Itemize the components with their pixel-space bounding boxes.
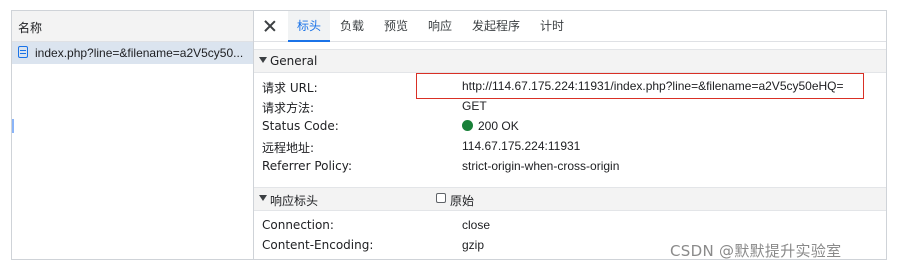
devtools-network-panel: 名称 index.php?line=&filename=a2V5cy50... … [11, 10, 887, 260]
connection-label: Connection: [262, 218, 334, 232]
referrer-policy-label: Referrer Policy: [262, 159, 352, 173]
tab-timing[interactable]: 计时 [540, 11, 564, 41]
name-column-header[interactable]: 名称 [12, 11, 253, 42]
tab-payload[interactable]: 负载 [340, 11, 364, 41]
general-row-request-method: 请求方法: GET [254, 96, 886, 116]
status-code-label: Status Code: [262, 119, 339, 133]
request-details-pane: 标头 负载 预览 响应 发起程序 计时 General 请求 URL: http… [254, 11, 886, 259]
status-code-text: 200 OK [478, 119, 519, 133]
collapse-triangle-icon [259, 57, 267, 63]
raw-checkbox-label: 原始 [450, 194, 475, 208]
remote-address-value[interactable]: 114.67.175.224:11931 [462, 139, 580, 153]
request-list-pane: 名称 index.php?line=&filename=a2V5cy50... [12, 11, 254, 259]
response-headers-title: 响应标头 [270, 194, 319, 208]
details-tabbar: 标头 负载 预览 响应 发起程序 计时 [254, 11, 886, 42]
document-icon [18, 46, 28, 58]
content-encoding-label: Content-Encoding: [262, 238, 374, 252]
collapse-triangle-icon [259, 195, 267, 201]
general-section-header[interactable]: General [254, 49, 886, 73]
general-section-title: General [270, 54, 318, 68]
status-ok-icon [462, 120, 473, 131]
general-row-status-code: Status Code: 200 OK [254, 116, 886, 136]
name-column-label: 名称 [18, 21, 43, 35]
url-highlight-box [416, 73, 864, 99]
raw-checkbox[interactable] [436, 193, 446, 203]
pane-resize-handle[interactable] [12, 119, 14, 133]
tab-initiator[interactable]: 发起程序 [472, 11, 520, 41]
referrer-policy-value[interactable]: strict-origin-when-cross-origin [462, 159, 619, 173]
request-method-label: 请求方法: [262, 101, 315, 115]
request-name: index.php?line=&filename=a2V5cy50... [35, 46, 244, 60]
response-row-connection: Connection: close [254, 215, 886, 235]
content-encoding-value[interactable]: gzip [462, 238, 484, 252]
tab-preview[interactable]: 预览 [384, 11, 408, 41]
response-headers-section-header[interactable]: 响应标头 原始 [254, 187, 886, 211]
general-row-referrer-policy: Referrer Policy: strict-origin-when-cros… [254, 156, 886, 176]
close-icon[interactable] [260, 16, 280, 36]
tab-headers[interactable]: 标头 [288, 11, 331, 42]
tab-response[interactable]: 响应 [428, 11, 452, 41]
remote-address-label: 远程地址: [262, 141, 315, 155]
general-row-remote-address: 远程地址: 114.67.175.224:11931 [254, 136, 886, 156]
request-method-value[interactable]: GET [462, 99, 487, 113]
connection-value[interactable]: close [462, 218, 490, 232]
request-url-label: 请求 URL: [262, 81, 318, 95]
csdn-watermark: CSDN @默默提升实验室 [670, 242, 842, 260]
request-row[interactable]: index.php?line=&filename=a2V5cy50... [12, 42, 253, 64]
status-code-value[interactable]: 200 OK [462, 119, 519, 133]
